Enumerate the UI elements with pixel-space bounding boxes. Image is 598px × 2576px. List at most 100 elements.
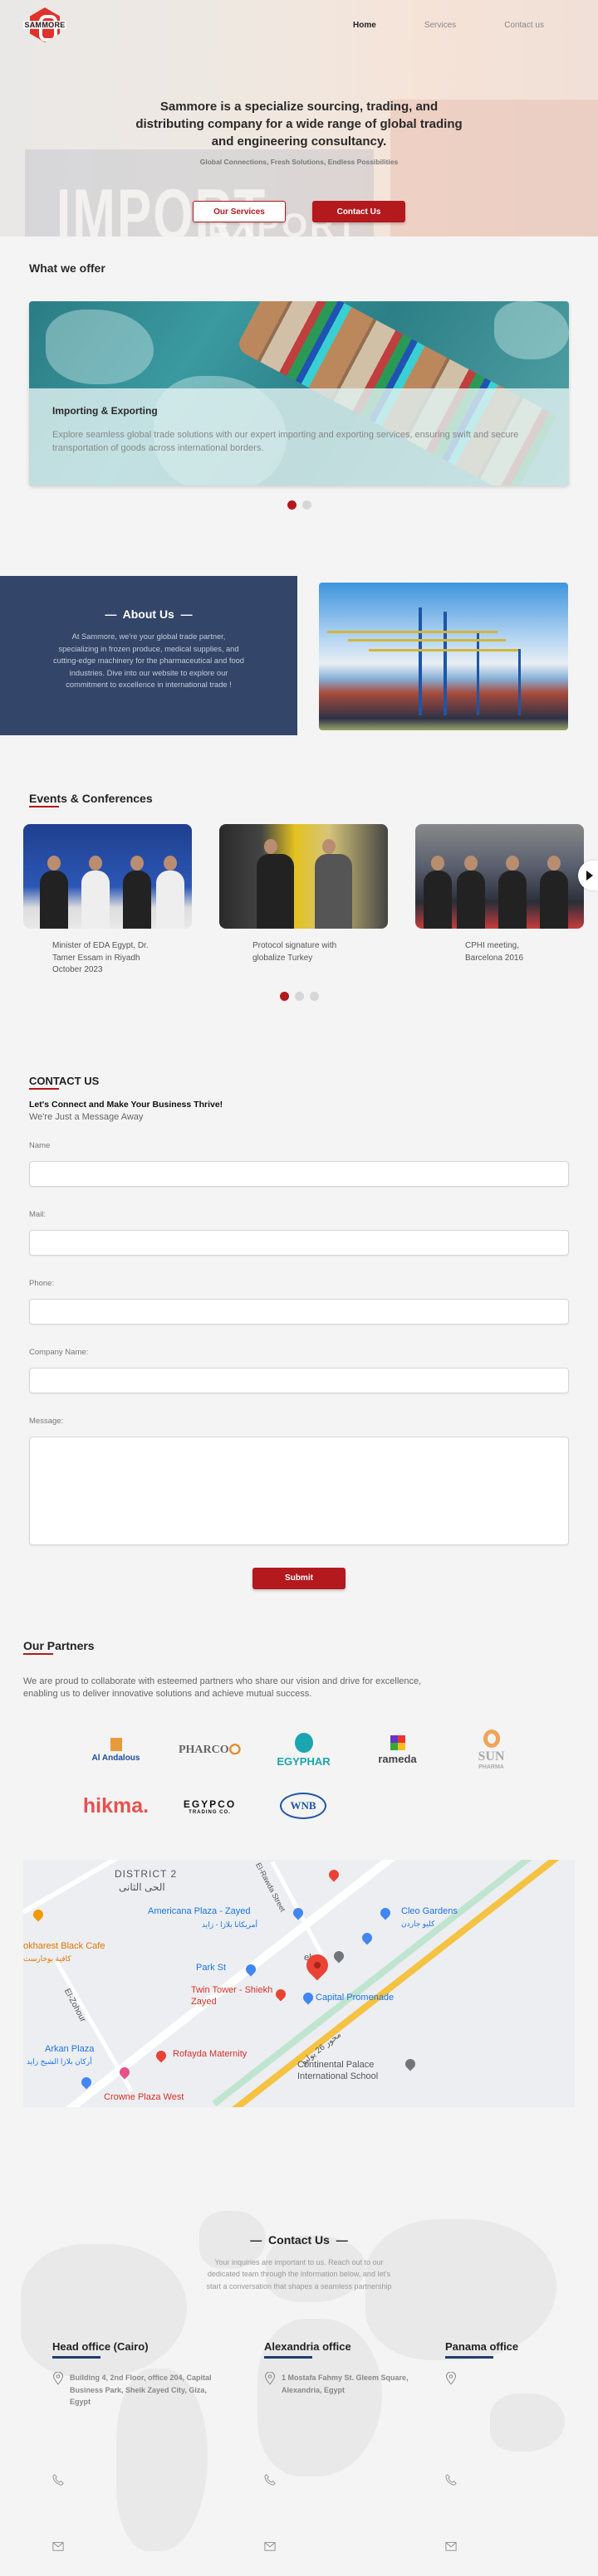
phone-icon <box>445 2474 457 2486</box>
mail-icon <box>264 2542 276 2551</box>
message-textarea[interactable] <box>29 1436 569 1545</box>
event-caption: CPHI meeting, Barcelona 2016 <box>465 941 524 963</box>
location-map[interactable]: DISTRICT 2 الحى الثانى El-Rawda Street A… <box>23 1859 575 2107</box>
partners-description: We are proud to collaborate with esteeme… <box>23 1676 422 1700</box>
partners-section: Our Partners We are proud to collaborate… <box>0 1639 598 1831</box>
place-pin-icon[interactable] <box>331 1949 346 1963</box>
event-card[interactable]: Protocol signature with globalize Turkey <box>219 824 388 977</box>
about-panel: — About Us — At Sammore, we're your glob… <box>0 576 297 735</box>
shopping-pin-icon[interactable] <box>301 1990 316 2004</box>
mail-icon <box>52 2542 64 2551</box>
contact-info-heading: — Contact Us — <box>250 2232 348 2247</box>
about-section: — About Us — At Sammore, we're your glob… <box>0 576 598 735</box>
hero-subtitle: Global Connections, Fresh Solutions, End… <box>199 158 399 166</box>
partner-logo-al-andalous: Al Andalous <box>69 1726 163 1774</box>
events-dot-1[interactable] <box>279 991 289 1001</box>
contact-info-description: Your inquiries are important to us. Reac… <box>206 2257 392 2291</box>
port-cranes-image <box>319 583 568 730</box>
events-dot-2[interactable] <box>294 991 304 1001</box>
map-label-cafe[interactable]: okharest Black Cafe <box>23 1941 105 1951</box>
location-pin-icon <box>445 2372 457 2385</box>
map-label-park-st[interactable]: Park St <box>196 1963 226 1973</box>
about-text: At Sammore, we're your global trade part… <box>53 632 244 689</box>
map-label-twin-tower[interactable]: Twin Tower - Shiekh Zayed <box>191 1984 274 2008</box>
office-name: Alexandria office <box>264 2340 427 2359</box>
event-photo <box>23 824 192 929</box>
office-card-cairo: Head office (Cairo) Building 4, 2nd Floo… <box>52 2340 215 2551</box>
contact-form-heading: CONTACT US <box>29 1075 99 1090</box>
office-card-panama: Panama office <box>445 2340 598 2551</box>
offer-section: What we offer Importing & Exporting Expl… <box>0 237 598 510</box>
our-services-button[interactable]: Our Services <box>193 201 286 222</box>
hospital-pin-icon[interactable] <box>154 2048 169 2062</box>
company-input[interactable] <box>29 1367 569 1393</box>
partner-logo-rameda: rameda <box>350 1726 444 1774</box>
map-label-crowne-plaza[interactable]: Crowne Plaza West <box>104 2092 184 2102</box>
cafe-pin-icon[interactable] <box>31 1907 46 1921</box>
offer-heading: What we offer <box>29 261 105 275</box>
location-pin-icon <box>52 2372 64 2385</box>
offer-dot-2[interactable] <box>301 500 311 510</box>
hospital-pin-icon[interactable] <box>326 1867 341 1881</box>
event-card[interactable]: Minister of EDA Egypt, Dr. Tamer Essam i… <box>23 824 192 977</box>
offer-dot-1[interactable] <box>287 500 297 510</box>
office-address <box>463 2372 598 2385</box>
partner-logo-egypco: EGYPCO TRADING CO. <box>183 1798 237 1815</box>
top-nav: SAMMORE Home Services Contact us <box>0 0 598 50</box>
map-label-capital-promenade[interactable]: Capital Promenade <box>316 1993 394 2003</box>
phone-icon <box>264 2474 276 2486</box>
hero-title: Sammore is a specialize sourcing, tradin… <box>135 100 463 149</box>
offer-slide-description: Explore seamless global trade solutions … <box>52 430 519 453</box>
nav-services[interactable]: Services <box>424 21 456 30</box>
office-name: Panama office <box>445 2340 598 2359</box>
map-label-district-2: DISTRICT 2 <box>115 1867 178 1880</box>
name-label: Name <box>29 1140 51 1150</box>
event-caption: Minister of EDA Egypt, Dr. Tamer Essam i… <box>52 941 149 974</box>
office-card-alexandria: Alexandria office 1 Mostafa Fahmy St. Gl… <box>264 2340 427 2551</box>
shopping-pin-icon[interactable] <box>378 1905 393 1920</box>
event-caption: Protocol signature with globalize Turkey <box>252 941 337 963</box>
contact-us-button[interactable]: Contact Us <box>312 201 405 222</box>
event-photo <box>219 824 388 929</box>
map-label-cleo-gardens[interactable]: Cleo Gardens <box>401 1906 458 1916</box>
submit-button[interactable]: Submit <box>252 1567 346 1589</box>
events-dot-3[interactable] <box>309 991 319 1001</box>
mail-label: Mail: <box>29 1209 47 1219</box>
office-address: Building 4, 2nd Floor, office 204, Capit… <box>70 2374 212 2406</box>
offer-carousel-dots <box>29 500 569 510</box>
offer-slide[interactable]: Importing & Exporting Explore seamless g… <box>29 301 569 485</box>
contact-tagline: Let's Connect and Make Your Business Thr… <box>29 1099 223 1110</box>
partners-heading: Our Partners <box>23 1639 95 1655</box>
partner-logo-egyphar: EGYPHAR <box>257 1726 350 1774</box>
hero-section: IMPORT EXPORT SAMMORE Home Services Cont… <box>0 0 598 237</box>
map-label-arkan-plaza[interactable]: Arkan Plaza <box>45 2044 94 2054</box>
contact-form-section: CONTACT US Let's Connect and Make Your B… <box>0 1074 598 1589</box>
mail-icon <box>445 2542 457 2551</box>
contact-subtagline: We're Just a Message Away <box>29 1111 144 1122</box>
map-label-el-rawda: El-Rawda Street <box>253 1861 287 1913</box>
about-heading: — About Us — <box>105 607 193 621</box>
phone-input[interactable] <box>29 1298 569 1325</box>
sammore-logo[interactable]: SAMMORE <box>23 3 66 46</box>
phone-icon <box>52 2474 64 2486</box>
shopping-pin-icon[interactable] <box>360 1930 375 1944</box>
company-label: Company Name: <box>29 1347 89 1357</box>
location-pin-icon <box>264 2372 276 2385</box>
logo-wordmark: SAMMORE <box>23 21 66 29</box>
nav-home[interactable]: Home <box>353 21 376 30</box>
phone-label: Phone: <box>29 1278 55 1288</box>
event-card[interactable]: CPHI meeting, Barcelona 2016 <box>415 824 584 977</box>
partner-logo-pharco: PHARCO ⭘ <box>178 1741 242 1758</box>
nav-contact[interactable]: Contact us <box>504 21 544 30</box>
hospital-pin-icon[interactable] <box>273 1987 288 2001</box>
map-label-rofayda[interactable]: Rofayda Maternity <box>173 2049 247 2059</box>
contact-info-section: — Contact Us — Your inquiries are import… <box>0 2186 598 2576</box>
map-label-americana-plaza[interactable]: Americana Plaza - Zayed <box>148 1906 251 1916</box>
office-address: 1 Mostafa Fahmy St. Gleem Square, Alexan… <box>282 2374 409 2394</box>
event-photo <box>415 824 584 929</box>
mail-input[interactable] <box>29 1229 569 1256</box>
map-label-continental-school[interactable]: Continental Palace International School <box>297 2059 422 2082</box>
partner-logo-sun-pharma: SUN PHARMA <box>444 1726 538 1774</box>
events-section: Events & Conferences Minister of EDA Egy… <box>0 792 598 1001</box>
name-input[interactable] <box>29 1160 569 1187</box>
